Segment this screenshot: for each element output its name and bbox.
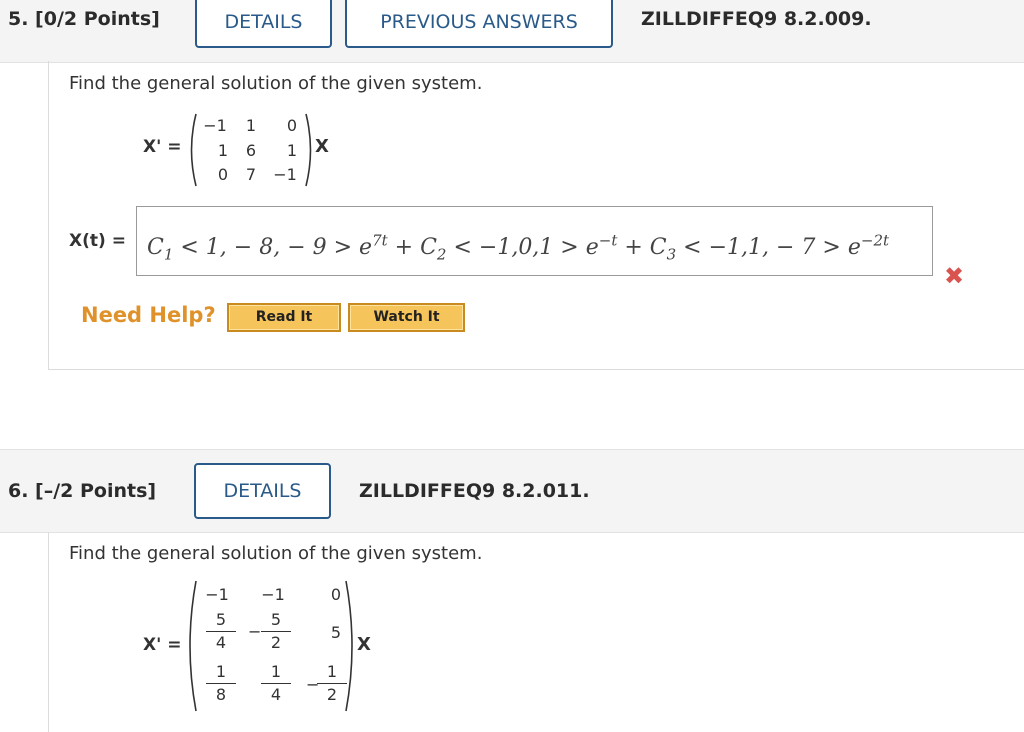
left-paren-icon <box>189 580 197 712</box>
question-5-code: ZILLDIFFEQ9 8.2.009. <box>641 8 872 30</box>
matrix-cell: −1 <box>261 585 285 604</box>
q5-answer-value: C1 < 1, − 8, − 9 > e7t + C2 < −1,0,1 > e… <box>147 232 890 264</box>
q6-matrix: −1 −1 0 54 − 52 5 18 14 − 12 <box>186 579 358 713</box>
matrix-cell: 1 <box>286 141 298 160</box>
matrix-fraction: 52 <box>261 609 291 654</box>
matrix-cell: 7 <box>245 165 257 184</box>
question-6-header: 6. [–/2 Points] DETAILS ZILLDIFFEQ9 8.2.… <box>0 449 1024 533</box>
matrix-cell: 6 <box>245 141 257 160</box>
q5-lhs: X' = <box>143 137 182 157</box>
matrix-cell: 1 <box>217 141 229 160</box>
q5-prompt: Find the general solution of the given s… <box>69 73 483 94</box>
q5-previous-answers-button[interactable]: PREVIOUS ANSWERS <box>345 0 613 48</box>
matrix-cell: 0 <box>217 165 229 184</box>
left-paren-icon <box>190 113 197 187</box>
matrix-fraction: 54 <box>206 609 236 654</box>
q6-prompt: Find the general solution of the given s… <box>69 543 483 564</box>
matrix-cell: 0 <box>286 116 298 135</box>
matrix-cell: 1 <box>245 116 257 135</box>
q5-matrix: −1 1 0 1 6 1 0 7 −1 <box>186 112 318 188</box>
matrix-cell: −1 <box>205 585 229 604</box>
q6-rhs-var: X <box>357 634 371 655</box>
q6-lhs: X' = <box>143 635 182 655</box>
matrix-cell: −1 <box>273 165 297 184</box>
q5-answer-label: X(t) = <box>69 231 126 251</box>
need-help-label: Need Help? <box>81 303 216 327</box>
matrix-cell: −1 <box>203 116 227 135</box>
watch-it-button[interactable]: Watch It <box>348 303 465 332</box>
q5-answer-input[interactable]: C1 < 1, − 8, − 9 > e7t + C2 < −1,0,1 > e… <box>136 206 933 276</box>
question-5-points: 5. [0/2 Points] <box>8 8 160 30</box>
incorrect-x-icon: ✖ <box>944 262 965 290</box>
matrix-fraction: 18 <box>206 661 236 706</box>
q5-details-button[interactable]: DETAILS <box>195 0 332 48</box>
question-6-code: ZILLDIFFEQ9 8.2.011. <box>359 480 590 502</box>
matrix-cell: 0 <box>330 585 342 604</box>
matrix-cell: 5 <box>330 623 342 642</box>
question-5-header: 5. [0/2 Points] DETAILS PREVIOUS ANSWERS… <box>0 0 1024 63</box>
matrix-fraction: 12 <box>317 661 347 706</box>
question-6-points: 6. [–/2 Points] <box>8 480 157 502</box>
read-it-button[interactable]: Read It <box>227 303 341 332</box>
q5-rhs-var: X <box>315 136 329 157</box>
q6-details-button[interactable]: DETAILS <box>194 463 331 519</box>
matrix-fraction: 14 <box>261 661 291 706</box>
